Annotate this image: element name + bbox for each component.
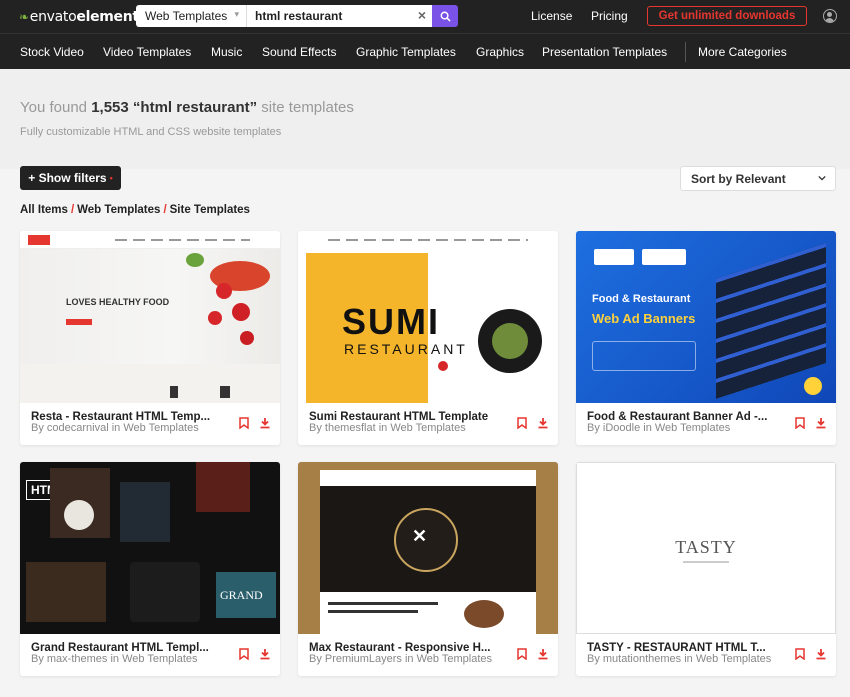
license-link[interactable]: License — [531, 9, 572, 23]
item-author[interactable]: By PremiumLayers in Web Templates — [309, 654, 519, 665]
download-icon[interactable] — [259, 648, 271, 660]
item-card[interactable]: LOVES HEALTHY FOOD Resta - Restaurant HT… — [20, 231, 280, 445]
leaf-icon: ❧ — [19, 10, 29, 24]
nav-video-templates[interactable]: Video Templates — [103, 45, 191, 59]
bookmark-icon[interactable] — [517, 648, 527, 660]
breadcrumb-web-templates[interactable]: Web Templates — [77, 204, 160, 216]
item-author[interactable]: By codecarnival in Web Templates — [31, 423, 241, 434]
sort-select[interactable]: Sort by Relevant — [680, 166, 836, 191]
nav-stock-video[interactable]: Stock Video — [20, 45, 84, 59]
breadcrumb-site-templates[interactable]: Site Templates — [170, 204, 250, 216]
nav-more-categories[interactable]: More Categories — [698, 45, 787, 59]
chevron-down-icon: ▾ — [234, 9, 239, 19]
bookmark-icon[interactable] — [517, 417, 527, 429]
download-icon[interactable] — [815, 648, 827, 660]
item-card[interactable]: HTML GRAND Grand Restaurant HTML Templ..… — [20, 462, 280, 676]
item-card[interactable]: Food & Restaurant Web Ad Banners Food & … — [576, 231, 836, 445]
breadcrumb: All Items / Web Templates / Site Templates — [20, 204, 250, 216]
download-icon[interactable] — [537, 648, 549, 660]
search-bar: Web Templates ▾ html restaurant × — [136, 5, 458, 27]
item-card[interactable]: ✕ Max Restaurant - Responsive H... By Pr… — [298, 462, 558, 676]
item-thumbnail[interactable]: HTML GRAND — [20, 462, 280, 634]
item-thumbnail[interactable]: LOVES HEALTHY FOOD — [20, 231, 280, 403]
clear-icon[interactable]: × — [418, 7, 426, 23]
bookmark-icon[interactable] — [239, 417, 249, 429]
item-author[interactable]: By iDoodle in Web Templates — [587, 423, 797, 434]
item-thumbnail[interactable]: SUMI RESTAURANT — [298, 231, 558, 403]
category-nav: Stock Video Video Templates Music Sound … — [0, 33, 850, 69]
nav-presentation-templates[interactable]: Presentation Templates — [542, 45, 667, 59]
bookmark-icon[interactable] — [795, 417, 805, 429]
download-icon[interactable] — [537, 417, 549, 429]
show-filters-button[interactable]: + Show filters • — [20, 166, 121, 190]
account-icon[interactable] — [823, 9, 837, 23]
item-thumbnail[interactable]: ✕ — [298, 462, 558, 634]
get-unlimited-downloads-button[interactable]: Get unlimited downloads — [647, 6, 807, 26]
top-bar: ❧ envato elements Web Templates ▾ html re… — [0, 0, 850, 33]
envato-elements-logo[interactable]: ❧ envato elements — [19, 7, 147, 27]
item-author[interactable]: By max-themes in Web Templates — [31, 654, 241, 665]
search-icon — [440, 11, 451, 22]
search-button[interactable] — [432, 5, 458, 27]
nav-sound-effects[interactable]: Sound Effects — [262, 45, 337, 59]
item-thumbnail[interactable]: TASTY — [576, 462, 836, 634]
download-icon[interactable] — [815, 417, 827, 429]
nav-graphics[interactable]: Graphics — [476, 45, 524, 59]
nav-divider — [685, 42, 686, 62]
results-subtitle: Fully customizable HTML and CSS website … — [20, 126, 282, 138]
search-input[interactable]: html restaurant × — [247, 5, 432, 27]
item-card[interactable]: TASTY TASTY - RESTAURANT HTML T... By mu… — [576, 462, 836, 676]
results-headline: You found 1,553 “html restaurant” site t… — [20, 99, 354, 116]
item-card[interactable]: SUMI RESTAURANT Sumi Restaurant HTML Tem… — [298, 231, 558, 445]
pricing-link[interactable]: Pricing — [591, 9, 628, 23]
dot-icon: • — [109, 173, 113, 183]
bookmark-icon[interactable] — [239, 648, 249, 660]
item-author[interactable]: By themesflat in Web Templates — [309, 423, 519, 434]
bookmark-icon[interactable] — [795, 648, 805, 660]
utensils-icon: ✕ — [412, 526, 428, 546]
item-author[interactable]: By mutationthemes in Web Templates — [587, 654, 797, 665]
search-category-select[interactable]: Web Templates ▾ — [136, 5, 247, 27]
nav-music[interactable]: Music — [211, 45, 242, 59]
breadcrumb-all-items[interactable]: All Items — [20, 204, 68, 216]
chevron-down-icon — [818, 175, 826, 181]
item-thumbnail[interactable]: Food & Restaurant Web Ad Banners — [576, 231, 836, 403]
results-hero — [0, 69, 850, 169]
download-icon[interactable] — [259, 417, 271, 429]
nav-graphic-templates[interactable]: Graphic Templates — [356, 45, 456, 59]
